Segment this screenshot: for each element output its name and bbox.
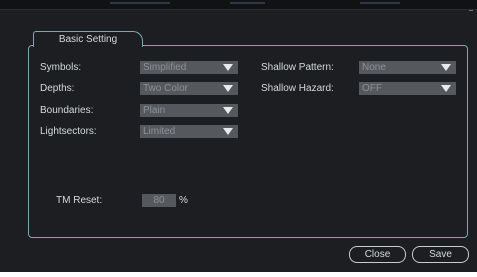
shallow-hazard-label: Shallow Hazard: [261,83,334,94]
shallow-hazard-dropdown[interactable]: OFF [359,82,456,95]
shallow-pattern-label: Shallow Pattern: [261,62,334,73]
lightsectors-dropdown[interactable]: Limited [140,125,238,138]
tm-reset-input[interactable]: 80 [142,194,176,207]
dropdown-arrow-icon [223,85,233,92]
shallow-pattern-dropdown[interactable]: None [359,61,456,74]
dropdown-arrow-icon [441,64,451,71]
shallow-hazard-value: OFF [362,83,382,94]
tab-basic-setting[interactable]: Basic Setting [33,31,143,47]
depths-dropdown[interactable]: Two Color [140,82,238,95]
symbols-dropdown[interactable]: Simplified [140,61,238,74]
save-button[interactable]: Save [412,246,469,263]
tm-reset-label: TM Reset: [56,195,103,206]
dropdown-arrow-icon [223,64,233,71]
shallow-pattern-value: None [362,62,386,73]
settings-dialog: Basic Setting Symbols: Simplified Depths… [0,0,477,272]
boundaries-label: Boundaries: [40,105,94,116]
minimize-icon[interactable] [469,10,473,11]
depths-value: Two Color [143,83,189,94]
close-button[interactable]: Close [349,246,406,263]
lightsectors-label: Lightsectors: [40,126,97,137]
boundaries-value: Plain [143,105,166,116]
depths-label: Depths: [40,83,75,94]
symbols-value: Simplified [143,62,187,73]
title-strip [0,0,477,10]
symbols-label: Symbols: [40,62,82,73]
dropdown-arrow-icon [441,85,451,92]
boundaries-dropdown[interactable]: Plain [140,104,238,117]
dropdown-arrow-icon [223,107,233,114]
dropdown-arrow-icon [223,128,233,135]
tm-reset-unit: % [179,195,188,206]
lightsectors-value: Limited [143,126,176,137]
